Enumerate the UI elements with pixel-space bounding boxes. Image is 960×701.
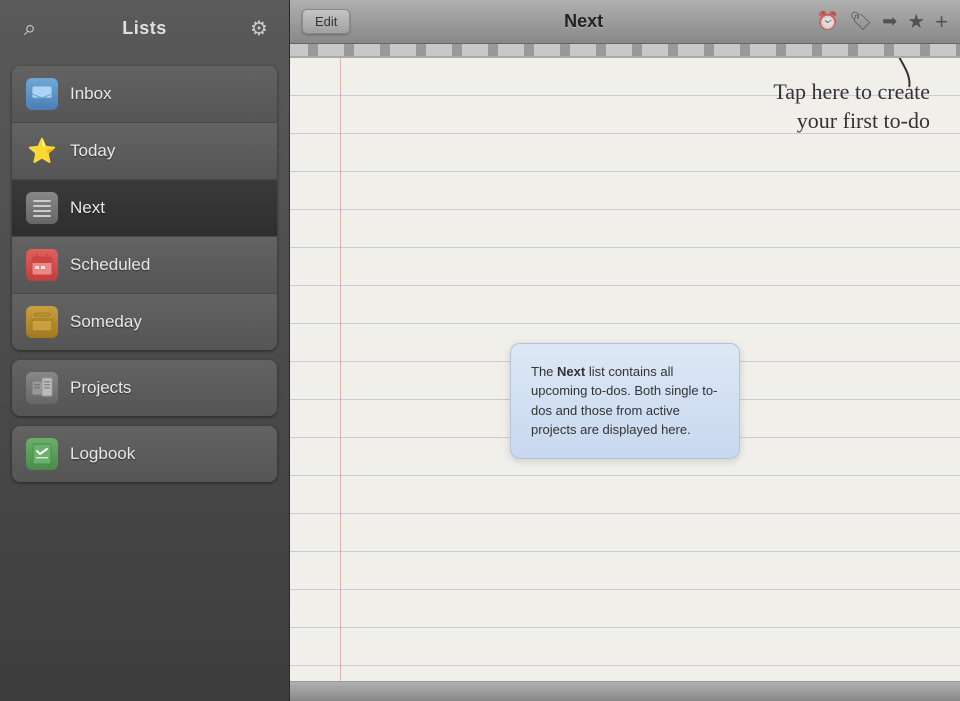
sidebar-header: Lists	[0, 0, 289, 56]
logbook-icon	[26, 438, 58, 470]
sidebar-main-group: Inbox ⭐ Today Next	[12, 66, 277, 350]
spiral-binding	[290, 44, 960, 58]
notebook[interactable]: Tap here to create your first to-do The …	[290, 44, 960, 681]
clock-icon[interactable]: ⏰	[817, 11, 839, 32]
sidebar: Lists Inbox ⭐ Today	[0, 0, 290, 701]
edit-button[interactable]: Edit	[302, 9, 350, 34]
today-icon: ⭐	[26, 135, 58, 167]
info-box-bold: Next	[557, 364, 585, 379]
projects-icon	[26, 372, 58, 404]
sidebar-item-inbox[interactable]: Inbox	[12, 66, 277, 123]
main-content: Edit Next ⏰ 🏷 ➡ ★ + Tap here to create y…	[290, 0, 960, 701]
sidebar-item-next[interactable]: Next	[12, 180, 277, 237]
someday-label: Someday	[70, 312, 142, 332]
logbook-group: Logbook	[12, 426, 277, 482]
forward-icon[interactable]: ➡	[882, 11, 897, 32]
projects-group: Projects	[12, 360, 277, 416]
info-box-text: The Next list contains all upcoming to-d…	[531, 362, 719, 440]
sidebar-item-someday[interactable]: Someday	[12, 294, 277, 350]
scheduled-icon	[26, 249, 58, 281]
toolbar-title: Next	[350, 11, 816, 32]
star-icon[interactable]: ★	[907, 9, 925, 34]
someday-icon	[26, 306, 58, 338]
inbox-label: Inbox	[70, 84, 112, 104]
today-label: Today	[70, 141, 115, 161]
settings-button[interactable]	[245, 14, 273, 42]
inbox-icon	[26, 78, 58, 110]
next-list-icon	[26, 192, 58, 224]
app-container: Lists Inbox ⭐ Today	[0, 0, 960, 701]
sidebar-item-today[interactable]: ⭐ Today	[12, 123, 277, 180]
tag-icon[interactable]: 🏷	[849, 11, 872, 32]
logbook-label: Logbook	[70, 444, 135, 464]
sidebar-item-projects[interactable]: Projects	[12, 360, 277, 416]
sidebar-item-logbook[interactable]: Logbook	[12, 426, 277, 482]
add-icon[interactable]: +	[935, 9, 948, 35]
sidebar-item-scheduled[interactable]: Scheduled	[12, 237, 277, 294]
tap-hint: Tap here to create your first to-do	[773, 78, 930, 135]
toolbar: Edit Next ⏰ 🏷 ➡ ★ +	[290, 0, 960, 44]
notebook-paper: Tap here to create your first to-do The …	[290, 58, 960, 681]
toolbar-actions: ⏰ 🏷 ➡ ★ +	[817, 9, 948, 35]
info-box: The Next list contains all upcoming to-d…	[510, 343, 740, 459]
notebook-bottom	[290, 681, 960, 701]
search-button[interactable]	[16, 14, 44, 42]
scheduled-label: Scheduled	[70, 255, 150, 275]
sidebar-title: Lists	[44, 18, 245, 39]
projects-label: Projects	[70, 378, 131, 398]
next-label: Next	[70, 198, 105, 218]
